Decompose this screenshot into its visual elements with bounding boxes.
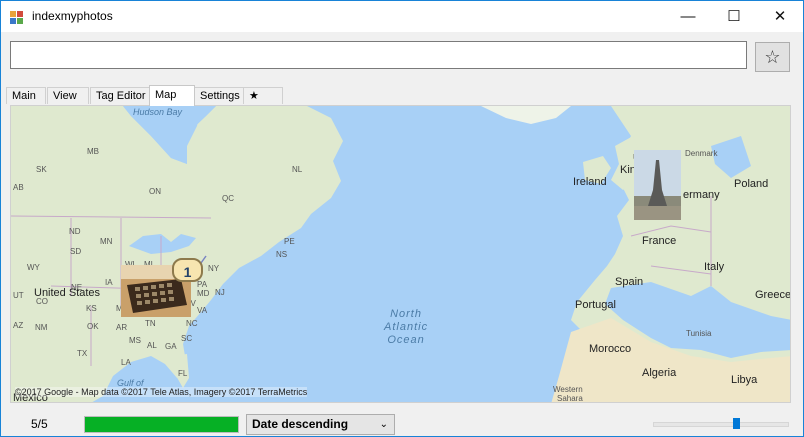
map-label: Ireland [573, 176, 607, 188]
progress-bar [84, 416, 239, 433]
map-label: Hudson Bay [133, 107, 183, 117]
map-label: MN [100, 237, 113, 246]
minimize-button[interactable]: — [665, 1, 711, 32]
tab-favorites[interactable]: ★ [243, 87, 283, 104]
sort-value: Date descending [252, 417, 349, 431]
map-label: FL [178, 369, 188, 378]
map-label: Morocco [589, 343, 632, 355]
map-label: Italy [704, 261, 725, 273]
tab-view[interactable]: View [47, 87, 89, 104]
map-label: Spain [615, 276, 644, 288]
photo-cluster-marker[interactable]: 1 [172, 258, 203, 282]
zoom-slider-track[interactable] [653, 422, 789, 427]
map-label: NJ [215, 288, 225, 297]
photo-thumbnail[interactable] [634, 150, 681, 220]
map-label: France [642, 235, 677, 247]
map-label: Portugal [575, 299, 616, 311]
map-label: IA [105, 278, 113, 287]
map-label: Sahara [557, 394, 583, 403]
map-label: TN [145, 319, 156, 328]
map-label: UT [13, 291, 24, 300]
map-label: Western [553, 385, 583, 394]
map-label: Denmark [685, 149, 718, 158]
map-label: GA [165, 342, 177, 351]
app-icon [10, 11, 23, 24]
search-input[interactable] [10, 41, 747, 69]
map-label: NM [35, 323, 48, 332]
chevron-down-icon: ⌄ [379, 419, 388, 430]
map-label: SK [36, 165, 47, 174]
tab-main[interactable]: Main [6, 87, 46, 104]
favorite-button[interactable]: ☆ [755, 42, 790, 72]
tab-tag-editor[interactable]: Tag Editor [90, 87, 150, 104]
map-label: Algeria [642, 367, 677, 379]
map-label: Tunisia [686, 329, 712, 338]
tab-map[interactable]: Map [149, 85, 195, 106]
map-label: VA [197, 306, 208, 315]
map-label: ND [69, 227, 81, 236]
map-label: MD [197, 289, 210, 298]
photo-count: 5/5 [31, 417, 48, 431]
star-icon: ☆ [764, 47, 781, 67]
map-label: QC [222, 194, 234, 203]
map-label: MS [129, 336, 141, 345]
map-view[interactable]: Hudson Bay MB SK AB ON QC NL PE NS ND MN… [10, 105, 791, 403]
window-title: indexmyphotos [32, 9, 113, 23]
map-label: KS [86, 304, 97, 313]
map-label: PA [197, 280, 208, 289]
title-bar[interactable]: indexmyphotos — ☐ ✕ [1, 1, 803, 32]
map-label: PE [284, 237, 295, 246]
map-label: AR [116, 323, 128, 332]
map-label: ON [149, 187, 161, 196]
map-label: United States [34, 287, 101, 299]
zoom-slider-thumb[interactable] [733, 418, 741, 429]
tab-settings[interactable]: Settings [194, 87, 244, 104]
close-button[interactable]: ✕ [757, 1, 803, 32]
map-label: SC [181, 334, 193, 343]
map-label: MB [87, 147, 99, 156]
map-label: AB [13, 183, 24, 192]
sort-dropdown[interactable]: Date descending ⌄ [246, 414, 395, 435]
map-label: TX [77, 349, 88, 358]
map-label: Poland [734, 178, 769, 190]
map-label: ermany [683, 189, 720, 201]
map-label: NS [276, 250, 288, 259]
map-label: NY [208, 264, 220, 273]
maximize-button[interactable]: ☐ [711, 1, 757, 32]
map-label: LA [121, 358, 131, 367]
map-label: NL [292, 165, 303, 174]
map-label: SD [70, 247, 82, 256]
map-label: AZ [13, 321, 24, 330]
map-label: WY [27, 263, 40, 272]
map-label: Libya [731, 374, 758, 386]
map-label: NC [186, 319, 198, 328]
map-label: AL [147, 341, 157, 350]
progress-fill [85, 417, 238, 432]
ocean-label: North Atlantic Ocean [384, 308, 429, 346]
map-label: OK [87, 322, 99, 331]
map-label: Greece [755, 289, 791, 301]
map-attribution: ©2017 Google - Map data ©2017 Tele Atlas… [15, 387, 308, 397]
